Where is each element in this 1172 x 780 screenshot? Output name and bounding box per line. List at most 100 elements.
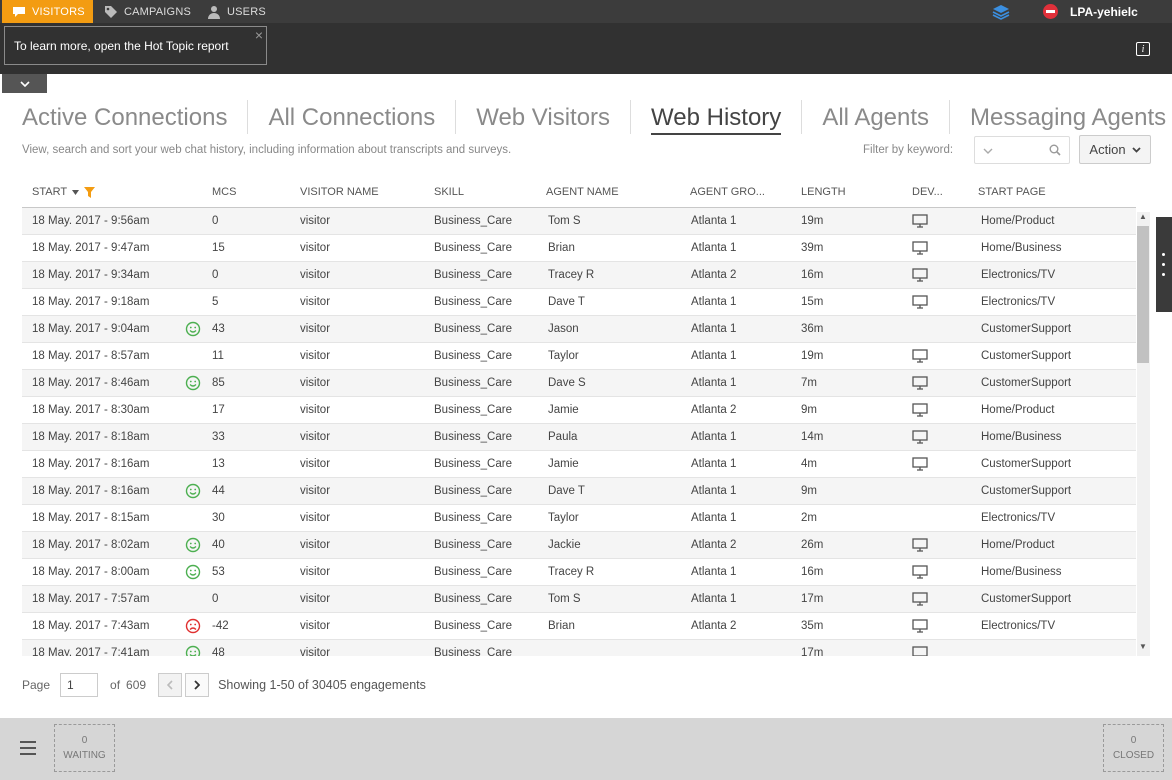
status-away-icon[interactable] (1043, 4, 1058, 19)
close-icon[interactable]: × (255, 27, 263, 43)
desktop-monitor-icon (912, 457, 928, 471)
cell-start: 18 May. 2017 - 7:57am (32, 593, 150, 605)
table-row[interactable]: 18 May. 2017 - 9:47am 15 visitor Business_C… (22, 235, 1136, 262)
column-start[interactable]: START (32, 186, 96, 198)
cell-start-page: Electronics/TV (981, 296, 1056, 308)
desktop-monitor-icon (912, 268, 928, 282)
page-number-input[interactable] (60, 673, 99, 697)
table-row[interactable]: 18 May. 2017 - 8:16am 13 visitor Business_C… (22, 451, 1136, 478)
cell-skill: Business_Care (434, 242, 512, 254)
nav-tab-label: VISITORS (32, 5, 85, 18)
column-length[interactable]: LENGTH (801, 186, 846, 198)
cell-start: 18 May. 2017 - 9:18am (32, 296, 150, 308)
cell-agent-name: Jamie (548, 404, 579, 416)
layers-icon[interactable] (992, 4, 1010, 20)
info-icon[interactable]: i (1136, 42, 1150, 56)
filter-keyword-input[interactable] (974, 136, 1070, 164)
connection-tabs: Active Connections All Connections Web V… (22, 100, 1166, 138)
table-row[interactable]: 18 May. 2017 - 8:18am 33 visitor Business_C… (22, 424, 1136, 451)
table-row[interactable]: 18 May. 2017 - 9:04am 43 visitor Business_C… (22, 316, 1136, 343)
tab-label: All Connections (268, 104, 436, 131)
scrollbar-thumb[interactable] (1137, 226, 1149, 363)
cell-length: 17m (801, 647, 824, 656)
action-button[interactable]: Action (1079, 135, 1151, 164)
side-panel-handle[interactable] (1156, 217, 1172, 312)
table-row[interactable]: 18 May. 2017 - 9:18am 5 visitor Business_Ca… (22, 289, 1136, 316)
tab-all-agents[interactable]: All Agents (822, 100, 951, 134)
tab-messaging-agents[interactable]: Messaging Agents (970, 100, 1166, 134)
desktop-monitor-icon (912, 376, 928, 390)
menu-icon[interactable] (20, 741, 36, 759)
table-row[interactable]: 18 May. 2017 - 8:30am 17 visitor Business_C… (22, 397, 1136, 424)
cell-visitor-name: visitor (300, 431, 331, 443)
scroll-up-arrow-icon[interactable]: ▲ (1139, 212, 1147, 221)
chevron-down-icon[interactable] (983, 148, 993, 154)
table-row[interactable]: 18 May. 2017 - 8:02am 40 visitor Business_C… (22, 532, 1136, 559)
column-mcs[interactable]: MCS (212, 186, 236, 198)
sort-desc-icon[interactable] (72, 189, 80, 195)
hot-topic-tooltip[interactable]: To learn more, open the Hot Topic report… (4, 26, 267, 65)
cell-agent-name: Tracey R (548, 269, 595, 281)
cell-start: 18 May. 2017 - 8:46am (32, 377, 150, 389)
table-row[interactable]: 18 May. 2017 - 7:57am 0 visitor Business_Ca… (22, 586, 1136, 613)
cell-start-page: Home/Product (981, 539, 1055, 551)
tab-label: Active Connections (22, 104, 228, 131)
tab-web-history[interactable]: Web History (651, 100, 803, 135)
table-row[interactable]: 18 May. 2017 - 8:00am 53 visitor Business_C… (22, 559, 1136, 586)
column-device[interactable]: DEV... (912, 186, 943, 198)
cell-agent-group: Atlanta 1 (691, 242, 737, 254)
table-row[interactable]: 18 May. 2017 - 9:34am 0 visitor Business_Ca… (22, 262, 1136, 289)
table-row[interactable]: 18 May. 2017 - 8:16am 44 visitor Business_C… (22, 478, 1136, 505)
next-page-button[interactable] (185, 673, 210, 697)
table-row[interactable]: 18 May. 2017 - 9:56am 0 visitor Business_Ca… (22, 208, 1136, 235)
tab-all-connections[interactable]: All Connections (268, 100, 457, 134)
pagination-summary: Showing 1-50 of 30405 engagements (218, 678, 426, 692)
cell-visitor-name: visitor (300, 404, 331, 416)
cell-mcs: 43 (212, 323, 225, 335)
cell-agent-group: Atlanta 2 (691, 404, 737, 416)
filter-icon[interactable] (84, 186, 96, 198)
user-icon (208, 5, 220, 19)
cell-mcs: 15 (212, 242, 225, 254)
waiting-count: 0 (81, 735, 88, 746)
table-row[interactable]: 18 May. 2017 - 7:43am -42 visitor Business_… (22, 613, 1136, 640)
cell-skill: Business_Care (434, 539, 512, 551)
table-row[interactable]: 18 May. 2017 - 7:41am 48 visitor Business_C… (22, 640, 1136, 656)
collapse-banner-button[interactable] (2, 74, 47, 93)
scroll-down-arrow-icon[interactable]: ▼ (1139, 642, 1147, 651)
column-agent-group[interactable]: AGENT GRO... (690, 186, 765, 198)
waiting-counter[interactable]: 0 WAITING (54, 724, 115, 772)
cell-agent-name: Tom S (548, 593, 581, 605)
cell-agent-name: Jackie (548, 539, 581, 551)
smiley-happy-icon (185, 375, 201, 391)
table-row[interactable]: 18 May. 2017 - 8:46am 85 visitor Business_C… (22, 370, 1136, 397)
search-icon[interactable] (1049, 144, 1061, 156)
cell-mcs: 17 (212, 404, 225, 416)
column-skill[interactable]: SKILL (434, 186, 464, 198)
tab-web-visitors[interactable]: Web Visitors (476, 100, 632, 134)
tab-active-connections[interactable]: Active Connections (22, 100, 249, 134)
desktop-monitor-icon (912, 214, 928, 228)
nav-tab-users[interactable]: USERS (207, 0, 266, 23)
closed-counter[interactable]: 0 CLOSED (1103, 724, 1164, 772)
user-menu[interactable]: LPA-yehielc (1043, 0, 1138, 23)
cell-start: 18 May. 2017 - 8:16am (32, 485, 150, 497)
cell-agent-group: Atlanta 2 (691, 269, 737, 281)
cell-visitor-name: visitor (300, 215, 331, 227)
column-visitor-name[interactable]: VISITOR NAME (300, 186, 379, 198)
column-label: LENGTH (801, 186, 846, 198)
cell-start-page: CustomerSupport (981, 350, 1072, 362)
closed-label: CLOSED (1112, 750, 1155, 761)
nav-tab-campaigns[interactable]: CAMPAIGNS (104, 0, 191, 23)
column-label: START (32, 186, 68, 198)
cell-agent-group: Atlanta 1 (691, 296, 737, 308)
column-start-page[interactable]: START PAGE (978, 186, 1046, 198)
prev-page-button[interactable] (158, 673, 183, 697)
cell-start: 18 May. 2017 - 8:57am (32, 350, 150, 362)
table-row[interactable]: 18 May. 2017 - 8:57am 11 visitor Business_C… (22, 343, 1136, 370)
table-row[interactable]: 18 May. 2017 - 8:15am 30 visitor Business_C… (22, 505, 1136, 532)
nav-tab-visitors[interactable]: VISITORS (2, 0, 93, 23)
tab-label: All Agents (822, 104, 930, 131)
column-agent-name[interactable]: AGENT NAME (546, 186, 619, 198)
cell-length: 35m (801, 620, 824, 632)
